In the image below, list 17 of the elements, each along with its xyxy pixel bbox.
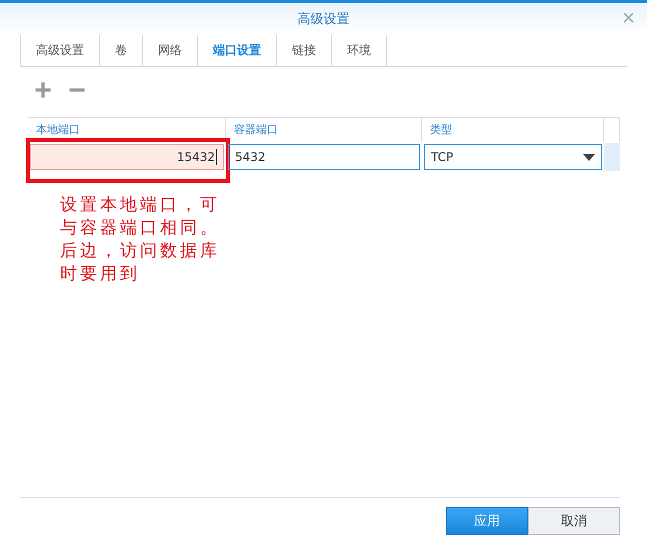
tab[interactable]: 环境	[332, 35, 387, 66]
column-header: 容器端口	[226, 118, 422, 142]
table-row[interactable]: 15432 5432 TCP	[28, 142, 620, 172]
tab[interactable]: 卷	[100, 35, 143, 66]
port-field[interactable]: 15432	[30, 144, 224, 170]
tab[interactable]: 网络	[143, 35, 198, 66]
tab[interactable]: 端口设置	[198, 35, 277, 66]
dropdown-arrow-icon	[583, 154, 595, 160]
port-field[interactable]: 5432	[228, 144, 420, 170]
type-dropdown[interactable]: TCP	[424, 144, 602, 170]
column-header: 类型	[422, 118, 604, 142]
column-header: 本地端口	[28, 118, 226, 142]
annotation-text: 设置本地端口，可与容器端口相同。后边，访问数据库时要用到	[60, 194, 221, 286]
cancel-button[interactable]: 取消	[528, 507, 620, 535]
window-title: 高级设置	[298, 11, 350, 28]
tab[interactable]: 高级设置	[20, 35, 100, 66]
tab[interactable]: 链接	[277, 35, 332, 66]
